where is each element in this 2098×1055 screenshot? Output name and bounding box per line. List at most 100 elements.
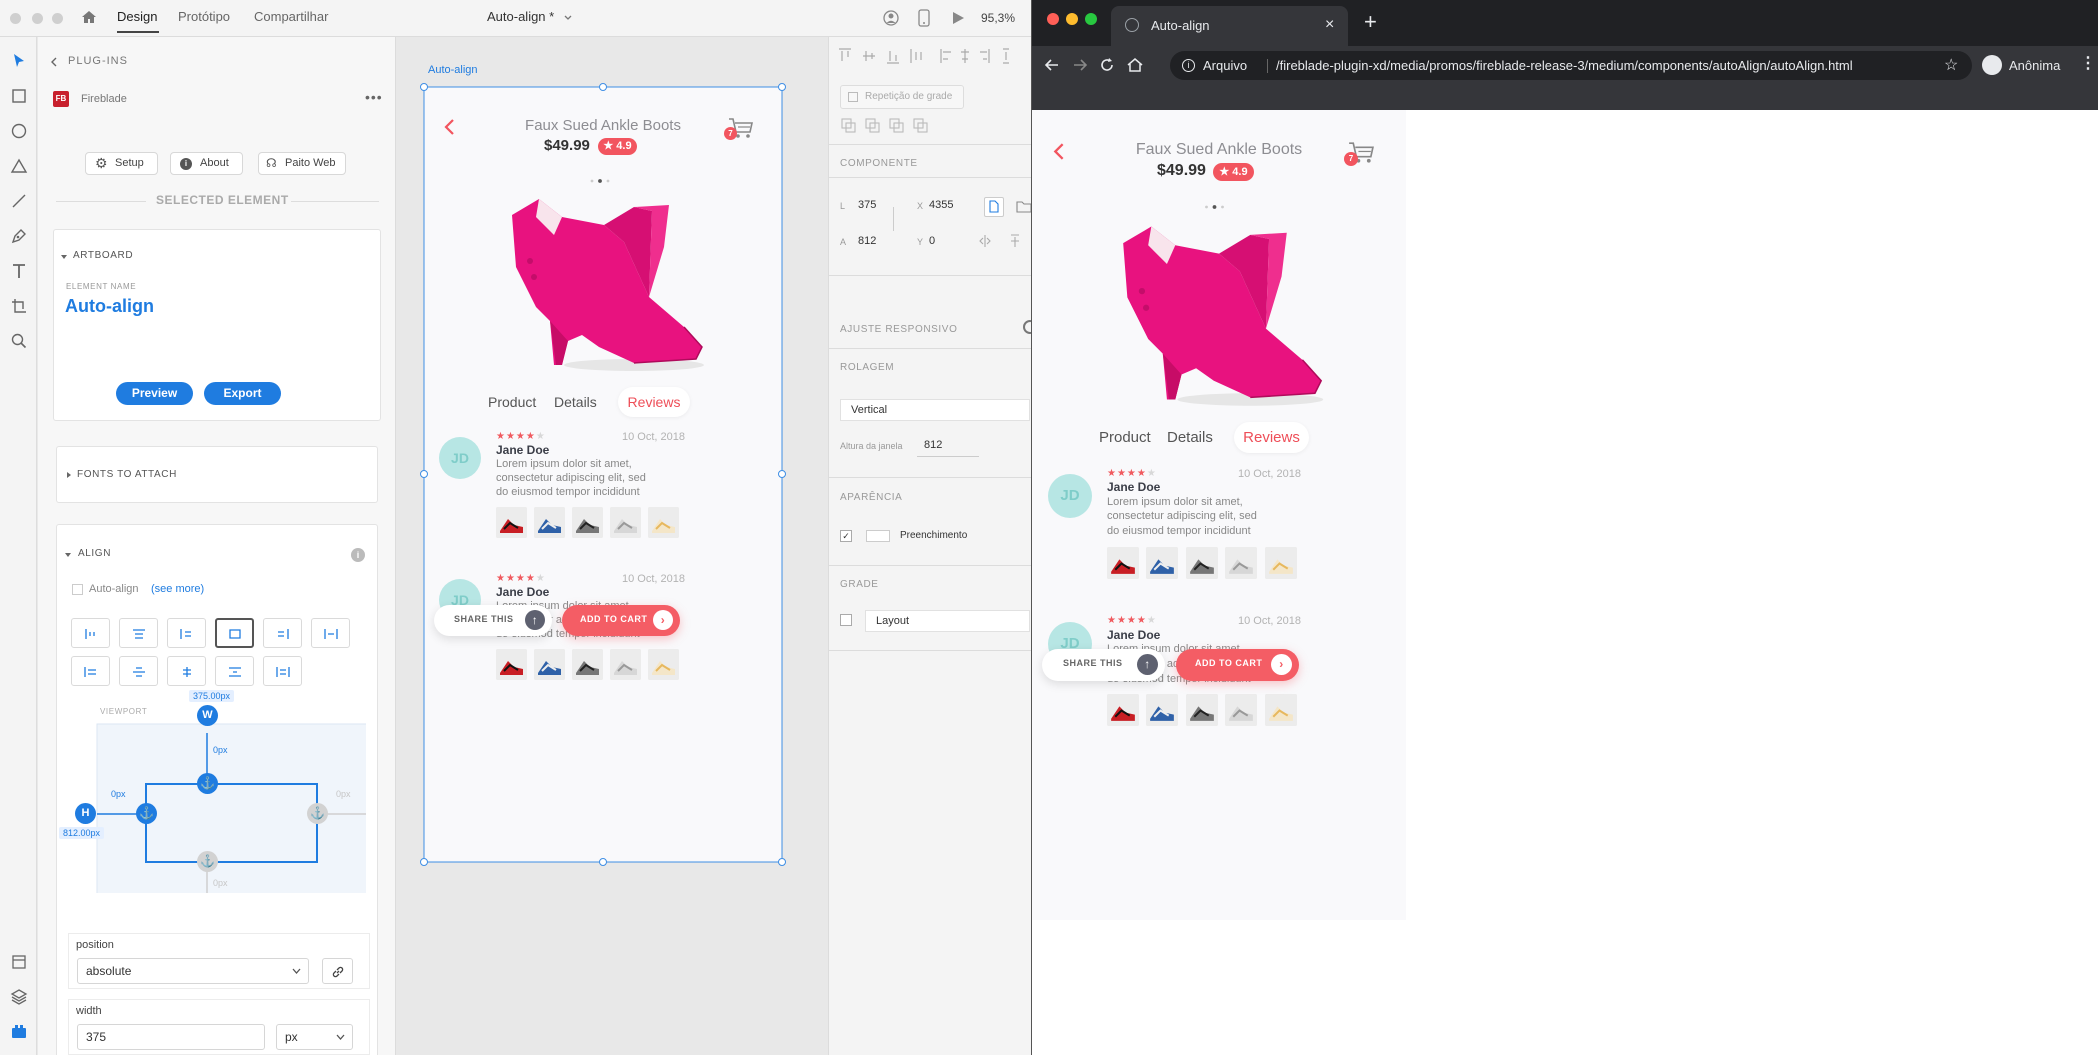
info-icon[interactable]: i — [1182, 59, 1195, 72]
review-photo-thumbnail[interactable] — [496, 649, 527, 680]
carousel-dots[interactable] — [1199, 197, 1236, 209]
close-window-dot[interactable] — [1047, 13, 1059, 25]
align-option-7[interactable] — [71, 656, 110, 686]
preview-button[interactable]: Preview — [116, 382, 193, 405]
add-to-cart-button[interactable]: ADD TO CART › — [562, 605, 680, 636]
align-option-3[interactable] — [167, 618, 206, 648]
scroll-select[interactable]: Vertical — [840, 399, 1030, 421]
product-image-pink-boot[interactable] — [1094, 214, 1342, 412]
review-photo-thumbnail[interactable] — [496, 507, 527, 538]
tab-product[interactable]: Product — [488, 394, 536, 410]
review-photo-thumbnail[interactable] — [1225, 694, 1257, 726]
artboard-tool-icon[interactable] — [9, 296, 29, 316]
window-zoom-dot[interactable] — [52, 13, 63, 24]
review-photo-thumbnail[interactable] — [1107, 547, 1139, 579]
reviewer-name[interactable]: Jane Doe — [496, 443, 549, 457]
review-photo-thumbnail[interactable] — [1186, 547, 1218, 579]
back-arrow-icon[interactable] — [1044, 57, 1060, 73]
align-option-4[interactable] — [215, 618, 254, 648]
about-button[interactable]: i About — [170, 152, 243, 175]
align-option-8[interactable] — [119, 656, 158, 686]
export-button[interactable]: Export — [204, 382, 281, 405]
review-photo-thumbnail[interactable] — [1225, 547, 1257, 579]
align-option-9[interactable] — [167, 656, 206, 686]
new-tab-icon[interactable]: + — [1364, 9, 1377, 35]
more-options-icon[interactable]: ••• — [365, 89, 383, 105]
anchor-top-icon[interactable]: ⚓ — [197, 773, 218, 794]
window-height-value[interactable]: 812 — [924, 439, 942, 451]
artboard-name-label[interactable]: Auto-align — [428, 64, 478, 76]
close-tab-icon[interactable]: × — [1325, 16, 1334, 34]
align-option-11[interactable] — [263, 656, 302, 686]
forward-arrow-icon[interactable] — [1072, 57, 1088, 73]
review-photo-thumbnail[interactable] — [648, 649, 679, 680]
fonts-to-attach-label[interactable]: FONTS TO ATTACH — [77, 469, 177, 480]
align-toolbar-icons[interactable] — [837, 47, 1027, 65]
review-photo-thumbnail[interactable] — [534, 507, 565, 538]
browser-tab[interactable]: Auto-align × — [1111, 6, 1348, 46]
reviewer-name[interactable]: Jane Doe — [496, 585, 549, 599]
toggle-icon[interactable] — [1023, 320, 1031, 334]
reviewer-name[interactable]: Jane Doe — [1107, 628, 1160, 642]
review-photo-thumbnail[interactable] — [648, 507, 679, 538]
rectangle-tool-icon[interactable] — [9, 86, 29, 106]
grid-checkbox[interactable] — [840, 614, 852, 626]
height-handle[interactable]: H — [75, 803, 96, 824]
tab-design[interactable]: Design — [117, 9, 157, 24]
tab-details[interactable]: Details — [554, 394, 597, 410]
carousel-dots[interactable] — [585, 171, 621, 183]
design-canvas[interactable]: Auto-align Faux Sued Ankle Boots $49.99 ★ … — [396, 37, 828, 1055]
maximize-window-dot[interactable] — [1085, 13, 1097, 25]
review-photo-thumbnail[interactable] — [610, 507, 641, 538]
review-photo-thumbnail[interactable] — [1265, 694, 1297, 726]
align-option-6[interactable] — [311, 618, 350, 648]
bookmark-star-icon[interactable]: ☆ — [1944, 55, 1958, 75]
x-value[interactable]: 4355 — [929, 199, 953, 211]
assets-panel-icon[interactable] — [9, 952, 29, 972]
reload-icon[interactable] — [1099, 57, 1115, 73]
flip-icons[interactable] — [979, 234, 1029, 248]
review-photo-thumbnail[interactable] — [572, 507, 603, 538]
layout-select[interactable]: Layout — [865, 610, 1030, 632]
link-button[interactable] — [322, 958, 353, 984]
layers-panel-icon[interactable] — [9, 987, 29, 1007]
review-avatar[interactable]: JD — [1048, 474, 1092, 518]
mobile-preview-icon[interactable] — [917, 9, 931, 27]
tab-reviews[interactable]: Reviews — [618, 387, 690, 417]
ellipse-tool-icon[interactable] — [9, 121, 29, 141]
height-value[interactable]: 812 — [858, 235, 876, 247]
tab-share[interactable]: Compartilhar — [254, 9, 328, 24]
anchor-right-icon[interactable]: ⚓ — [307, 803, 328, 824]
caret-down-icon[interactable] — [60, 253, 68, 261]
polygon-tool-icon[interactable] — [9, 156, 29, 176]
artboard-label[interactable]: ARTBOARD — [73, 250, 133, 261]
home-icon[interactable] — [80, 8, 98, 26]
align-option-5[interactable] — [263, 618, 302, 648]
review-photo-thumbnail[interactable] — [1265, 547, 1297, 579]
fill-checkbox[interactable]: ✓ — [840, 530, 852, 542]
artboard-mobile-view[interactable]: Faux Sued Ankle Boots $49.99 ★ 4.9 7 Product… — [424, 87, 782, 862]
review-photo-thumbnail[interactable] — [1146, 547, 1178, 579]
review-photo-thumbnail[interactable] — [1186, 694, 1218, 726]
window-close-dot[interactable] — [10, 13, 21, 24]
width-input[interactable]: 375 — [77, 1024, 265, 1050]
review-avatar[interactable]: JD — [439, 437, 481, 479]
reviewer-name[interactable]: Jane Doe — [1107, 480, 1160, 494]
tab-details[interactable]: Details — [1167, 429, 1213, 446]
auto-align-checkbox[interactable] — [72, 584, 83, 595]
repeat-grid-button[interactable]: Repetição de grade — [840, 85, 964, 109]
caret-right-icon[interactable] — [65, 471, 73, 479]
tab-reviews[interactable]: Reviews — [1234, 422, 1309, 453]
align-label[interactable]: ALIGN — [78, 548, 111, 559]
align-option-1[interactable] — [71, 618, 110, 648]
minimize-window-dot[interactable] — [1066, 13, 1078, 25]
profile-button[interactable]: Anônima — [1977, 50, 2077, 80]
text-tool-icon[interactable] — [9, 261, 29, 281]
tab-prototype[interactable]: Protótipo — [178, 9, 230, 24]
info-icon[interactable]: i — [351, 548, 365, 562]
width-value[interactable]: 375 — [858, 199, 876, 211]
product-image-pink-boot[interactable] — [484, 187, 722, 377]
position-select[interactable]: absolute — [77, 958, 309, 984]
plugins-panel-icon[interactable] — [9, 1022, 29, 1042]
review-photo-thumbnail[interactable] — [1146, 694, 1178, 726]
